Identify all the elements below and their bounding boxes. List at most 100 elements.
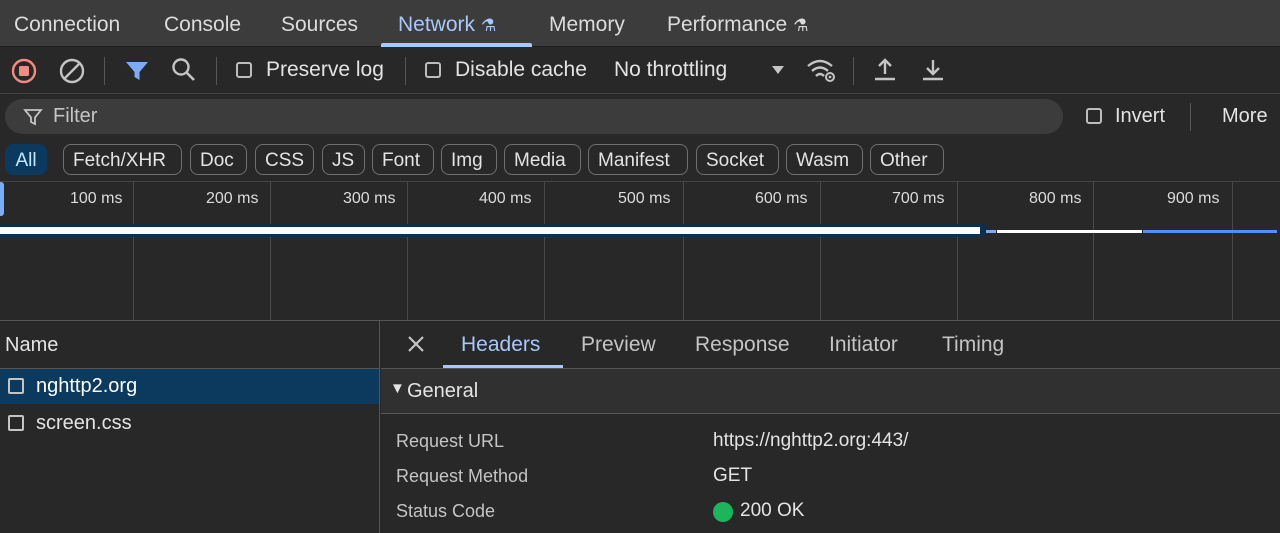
resource-type-filters: All Fetch/XHR Doc CSS JS Font Img Media … — [0, 140, 1280, 182]
chip-all[interactable]: All — [5, 144, 47, 175]
network-toolbar: Preserve log Disable cache No throttling — [0, 47, 1280, 94]
tick-label: 200 ms — [206, 190, 259, 207]
chip-img[interactable]: Img — [441, 144, 497, 175]
request-row-selected[interactable]: nghttp2.org — [0, 369, 379, 404]
request-list: Name nghttp2.org screen.css — [0, 321, 380, 533]
general-section-header[interactable]: ▼ General — [381, 369, 1280, 413]
tab-connection[interactable]: Connection — [14, 0, 120, 47]
grid-line — [407, 182, 408, 320]
filter-icon[interactable] — [123, 57, 151, 85]
tick-label: 300 ms — [343, 190, 396, 207]
tick-label: 800 ms — [1029, 190, 1082, 207]
grid-line — [1093, 182, 1094, 320]
flask-icon: ⚗ — [481, 16, 497, 35]
filter-input[interactable]: Filter — [5, 99, 1063, 134]
request-row[interactable]: screen.css — [0, 406, 379, 441]
chip-socket[interactable]: Socket — [696, 144, 779, 175]
grid-line — [820, 182, 821, 320]
preserve-log-checkbox[interactable] — [236, 62, 252, 78]
tab-initiator[interactable]: Initiator — [829, 333, 898, 357]
triangle-down-icon: ▼ — [390, 380, 405, 397]
invert-checkbox[interactable] — [1086, 108, 1102, 124]
toolbar-divider — [405, 57, 406, 85]
tick-label: 100 ms — [70, 190, 123, 207]
tab-response[interactable]: Response — [695, 333, 790, 357]
request-name: nghttp2.org — [36, 375, 138, 397]
chip-manifest[interactable]: Manifest — [588, 144, 688, 175]
tab-headers[interactable]: Headers — [461, 333, 540, 357]
stylesheet-icon — [8, 415, 24, 431]
flask-icon: ⚗ — [793, 16, 809, 35]
tab-memory[interactable]: Memory — [549, 0, 625, 47]
tick-label: 900 ms — [1167, 190, 1220, 207]
field-key: Request Method — [396, 466, 529, 486]
tab-preview[interactable]: Preview — [581, 333, 656, 357]
request-details: Headers Preview Response Initiator Timin… — [381, 321, 1280, 533]
request-bar-download-secondary — [1143, 230, 1277, 233]
throttling-select[interactable]: No throttling — [614, 58, 727, 82]
status-ok-icon — [713, 502, 733, 522]
request-bar-waiting-secondary — [997, 230, 1142, 233]
tab-sources[interactable]: Sources — [281, 0, 358, 47]
import-har-icon[interactable] — [871, 56, 899, 84]
clear-icon[interactable] — [58, 57, 86, 85]
filter-icon — [23, 107, 43, 132]
chip-wasm[interactable]: Wasm — [786, 144, 863, 175]
tick-label: 600 ms — [755, 190, 808, 207]
close-icon[interactable] — [406, 334, 426, 359]
filter-row: Filter Invert More — [0, 94, 1280, 140]
tab-label: Console — [164, 13, 242, 36]
tab-timing[interactable]: Timing — [942, 333, 1004, 357]
tick-label: 700 ms — [892, 190, 945, 207]
chip-other[interactable]: Other — [870, 144, 944, 175]
filter-placeholder: Filter — [53, 105, 98, 127]
grid-line — [1232, 182, 1233, 320]
name-column-header[interactable]: Name — [5, 334, 58, 357]
chip-css[interactable]: CSS — [255, 144, 314, 175]
overview-resize-handle[interactable] — [0, 182, 4, 216]
document-icon — [8, 378, 24, 394]
tab-label: Memory — [549, 13, 625, 36]
chip-doc[interactable]: Doc — [190, 144, 247, 175]
tick-label: 500 ms — [618, 190, 671, 207]
chevron-down-icon[interactable] — [770, 64, 786, 76]
divider — [381, 413, 1280, 414]
record-stop-icon[interactable] — [10, 57, 38, 85]
disable-cache-checkbox[interactable] — [425, 62, 441, 78]
more-filters-button[interactable]: More — [1222, 105, 1268, 128]
export-har-icon[interactable] — [919, 56, 947, 84]
tab-label: Connection — [14, 13, 121, 36]
request-name: screen.css — [36, 412, 132, 434]
request-bar-download — [986, 230, 996, 233]
panel-tab-bar: Connection Console Sources Network ⚗ Memo… — [0, 0, 1280, 47]
request-method-value: GET — [713, 465, 753, 486]
chip-js[interactable]: JS — [322, 144, 365, 175]
field-key: Request URL — [396, 431, 505, 451]
network-conditions-icon[interactable] — [805, 56, 837, 84]
chip-media[interactable]: Media — [504, 144, 581, 175]
grid-line — [544, 182, 545, 320]
toolbar-divider — [1190, 103, 1191, 131]
preserve-log-label: Preserve log — [266, 58, 384, 81]
search-icon[interactable] — [170, 56, 198, 84]
request-bar-waiting — [0, 227, 980, 234]
toolbar-divider — [853, 57, 854, 85]
tab-label: Network — [398, 13, 476, 36]
network-overview[interactable]: 100 ms 200 ms 300 ms 400 ms 500 ms 600 m… — [0, 182, 1280, 321]
status-code-value: 200 OK — [740, 500, 805, 521]
grid-line — [683, 182, 684, 320]
request-url-value: https://nghttp2.org:443/ — [713, 430, 909, 451]
tab-label: Sources — [281, 13, 359, 36]
grid-line — [270, 182, 271, 320]
tab-performance[interactable]: Performance ⚗ — [667, 0, 808, 47]
toolbar-divider — [216, 57, 217, 85]
disable-cache-label: Disable cache — [455, 58, 587, 81]
grid-line — [133, 182, 134, 320]
toolbar-divider — [104, 57, 105, 85]
tab-network[interactable]: Network ⚗ — [398, 0, 496, 47]
field-key: Status Code — [396, 501, 496, 521]
chip-fetch-xhr[interactable]: Fetch/XHR — [63, 144, 182, 175]
tick-label: 400 ms — [479, 190, 532, 207]
chip-font[interactable]: Font — [372, 144, 434, 175]
tab-console[interactable]: Console — [164, 0, 241, 47]
